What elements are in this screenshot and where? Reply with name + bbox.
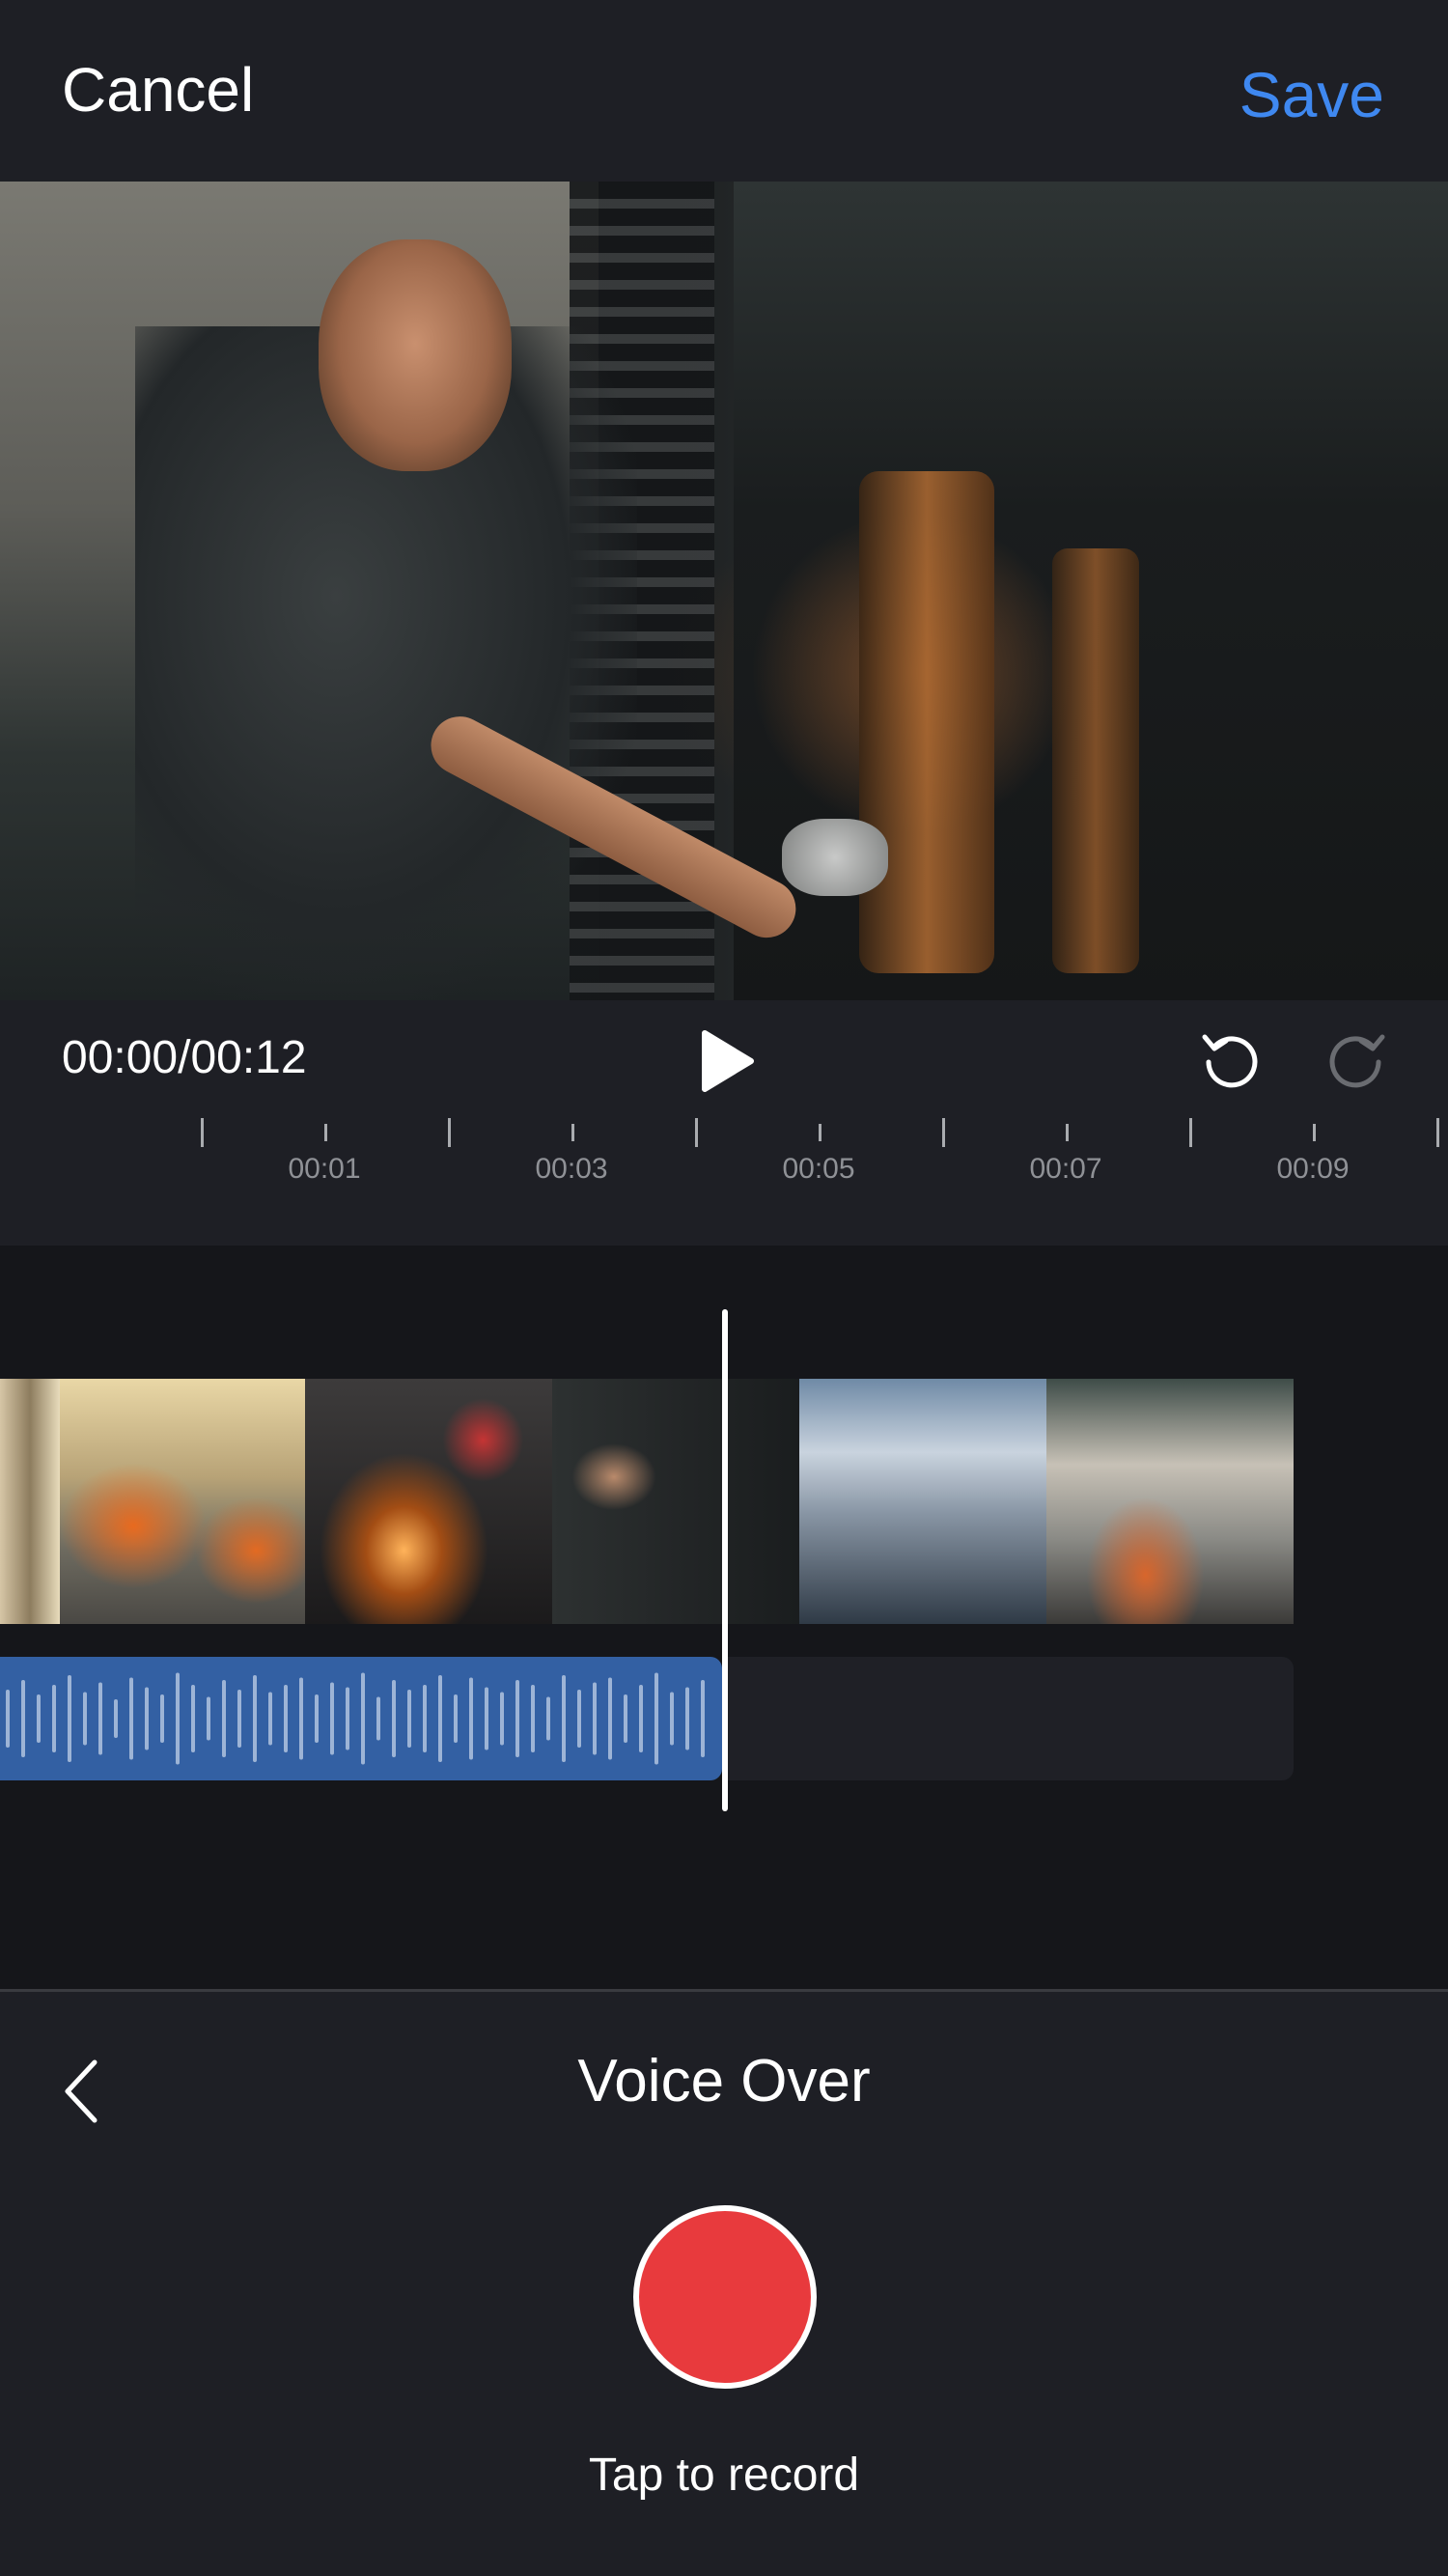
waveform-bar [593,1682,597,1755]
waveform-bar [562,1675,566,1762]
waveform-bar [268,1692,272,1746]
ruler-tick [1436,1118,1439,1147]
waveform-bar [500,1692,504,1746]
waveform-bar [624,1694,627,1743]
waveform-bar [98,1682,102,1755]
waveform-bar [207,1696,210,1741]
waveform-bar [315,1694,319,1743]
panel-title: Voice Over [577,2048,871,2114]
ruler-tick [201,1118,204,1147]
ruler-tick [324,1124,327,1141]
cancel-button[interactable]: Cancel [62,54,254,126]
ruler-label: 00:03 [535,1153,608,1185]
waveform-bar [701,1680,705,1757]
waveform-bar [330,1682,334,1755]
playhead[interactable] [722,1309,728,1811]
redo-icon [1329,1034,1385,1088]
clip-thumbnail [60,1379,305,1624]
ruler-tick [571,1124,574,1141]
clip-thumbnail [305,1379,552,1624]
playback-time: 00:00/00:12 [62,1032,307,1083]
waveform-bar [515,1680,519,1757]
waveform-bar [376,1696,380,1741]
video-preview[interactable] [0,182,1448,1000]
waveform-bar [6,1690,10,1748]
waveform-bar [407,1690,411,1748]
undo-button[interactable] [1199,1027,1263,1091]
ruler-tick [448,1118,451,1147]
record-button[interactable] [633,2205,817,2389]
waveform-bar [284,1685,288,1752]
audio-track-empty [722,1657,1294,1780]
ruler-tick [942,1118,945,1147]
waveform-bar [438,1675,442,1762]
clip-thumbnail [552,1379,799,1624]
ruler-tick [695,1118,698,1147]
waveform-bar [68,1675,71,1762]
clip-thumbnail [1046,1379,1294,1624]
waveform-bar [299,1677,303,1760]
waveform-bar [608,1677,612,1760]
waveform-bar [346,1687,349,1750]
waveform-bar [670,1692,674,1746]
waveform-bar [222,1680,226,1757]
ruler-label: 00:09 [1276,1153,1350,1185]
waveform-bar [129,1677,133,1760]
play-icon [702,1030,754,1092]
waveform-bar [237,1690,241,1748]
waveform-bar [21,1680,25,1757]
save-button[interactable]: Save [1239,58,1384,131]
ruler-label: 00:01 [288,1153,361,1185]
ruler-tick [1066,1124,1069,1141]
waveform-bar [577,1690,581,1748]
waveform-bar [83,1692,87,1746]
waveform-bar [253,1675,257,1762]
waveform-bar [546,1696,550,1741]
ruler-tick [819,1124,821,1141]
waveform-bar [485,1687,488,1750]
undo-icon [1202,1034,1258,1088]
waveform-bar [176,1672,180,1765]
redo-button[interactable] [1324,1027,1388,1091]
waveform-bar [52,1685,56,1752]
time-ruler[interactable]: 00:01 00:03 00:05 00:07 00:09 [0,1118,1448,1186]
waveform-bar [114,1699,118,1738]
voice-over-audio-track[interactable] [0,1657,722,1780]
play-button[interactable] [697,1029,755,1093]
waveform-bar [469,1677,473,1760]
record-hint: Tap to record [588,2450,860,2501]
clip-thumbnail [0,1379,60,1624]
waveform-bar [423,1685,427,1752]
ruler-tick [1189,1118,1192,1147]
waveform-bar [191,1685,195,1752]
waveform-bar [531,1685,535,1752]
ruler-label: 00:07 [1029,1153,1102,1185]
waveform-bar [654,1672,658,1765]
waveform-bar [145,1687,149,1750]
ruler-label: 00:05 [782,1153,855,1185]
waveform-bar [361,1672,365,1765]
waveform-bar [639,1685,643,1752]
waveform-bar [454,1694,458,1743]
video-clip-track[interactable] [0,1379,1294,1624]
clip-thumbnail [799,1379,1046,1624]
waveform-bar [160,1694,164,1743]
ruler-tick [1313,1124,1316,1141]
waveform-bar [685,1687,689,1750]
waveform-bar [37,1694,41,1743]
waveform-bar [392,1680,396,1757]
